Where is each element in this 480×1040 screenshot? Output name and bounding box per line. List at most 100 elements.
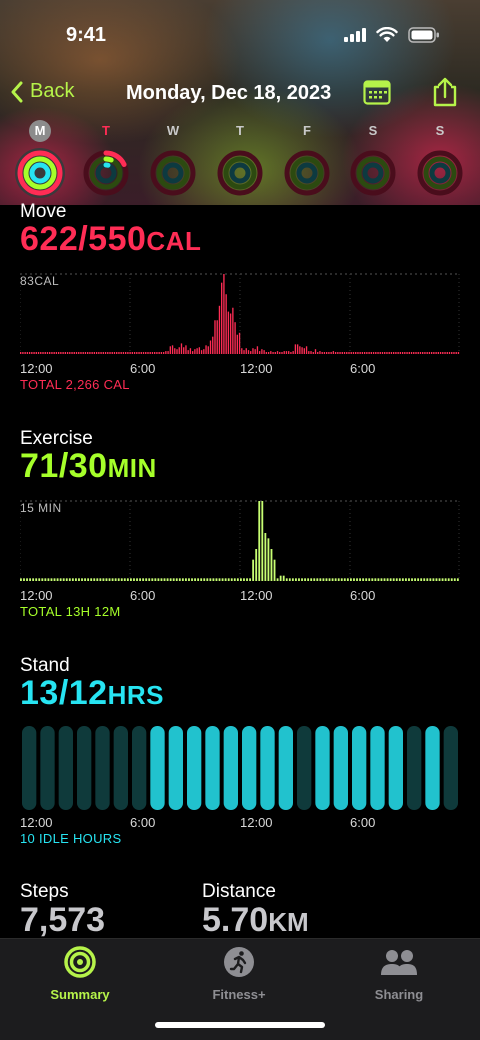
chart-bar: [95, 352, 98, 354]
chart-bar: [139, 578, 141, 581]
chart-bar: [216, 320, 218, 354]
chart-bar: [51, 352, 53, 354]
battery-icon: [408, 27, 439, 43]
exercise-value: 71/30MIN: [20, 447, 157, 486]
stand-hour-idle: [40, 726, 55, 810]
chart-bar: [129, 352, 131, 354]
day-letter: T: [236, 123, 244, 138]
chart-bar: [270, 351, 272, 354]
chart-bar: [194, 578, 196, 581]
chart-bar: [175, 578, 178, 581]
ring-track: [229, 162, 251, 184]
chart-bar: [350, 352, 352, 354]
day-friday[interactable]: F: [282, 120, 332, 196]
chart-bar: [415, 352, 417, 354]
tab-fitness-plus[interactable]: Fitness+: [179, 945, 299, 1002]
chart-bar: [185, 345, 187, 354]
chart-bar: [312, 352, 314, 354]
stand-hour-active: [168, 726, 183, 810]
chart-bar: [31, 352, 33, 354]
chart-bar: [337, 352, 339, 354]
chart-bar: [114, 578, 117, 581]
share-icon[interactable]: [430, 76, 460, 108]
tab-summary[interactable]: Summary: [20, 945, 140, 1002]
chart-bar: [453, 578, 456, 581]
chart-bar: [187, 350, 189, 354]
calendar-icon[interactable]: [363, 78, 391, 106]
chart-bar: [414, 578, 416, 581]
status-bar: 9:41: [0, 0, 480, 70]
ring-track: [362, 162, 384, 184]
chart-bar: [305, 346, 308, 354]
chart-bar: [377, 578, 380, 581]
chart-bar: [307, 578, 310, 581]
chart-bar: [283, 351, 285, 354]
chart-bar: [227, 311, 230, 354]
chart-bar: [230, 578, 233, 581]
chart-bar: [64, 352, 67, 354]
activity-rings-icon: [15, 148, 65, 198]
stand-hour-active: [425, 726, 440, 810]
chart-bar: [250, 351, 252, 354]
chart-bar: [325, 352, 328, 354]
chart-bar: [317, 352, 319, 354]
tab-sharing[interactable]: Sharing: [339, 945, 459, 1002]
chart-bar: [140, 352, 142, 354]
chart-bar: [435, 352, 437, 354]
move-axis-label: 12:00: [20, 361, 53, 376]
chart-bar: [82, 352, 84, 354]
people-icon: [381, 950, 417, 975]
chart-bar: [447, 578, 450, 581]
chart-bar: [130, 578, 132, 581]
day-tuesday[interactable]: T: [81, 120, 131, 196]
chart-bar: [363, 352, 366, 354]
chart-bar: [71, 352, 73, 354]
day-letter: W: [166, 123, 180, 138]
chart-bar: [294, 344, 297, 354]
chart-bar: [118, 352, 120, 354]
chart-bar: [183, 347, 185, 354]
stand-axis-label: 12:00: [20, 815, 53, 830]
chart-bar: [267, 352, 270, 354]
back-button[interactable]: Back: [10, 80, 74, 103]
chart-bar: [457, 352, 460, 354]
chart-bar: [420, 578, 423, 581]
chart-bar: [212, 578, 215, 581]
chart-bar: [35, 352, 37, 354]
day-thursday[interactable]: T: [215, 120, 265, 196]
chart-bar: [453, 352, 455, 354]
chart-bar: [28, 352, 31, 354]
chart-bar: [138, 352, 140, 354]
chart-bar: [100, 352, 102, 354]
move-axis-label: 12:00: [240, 361, 273, 376]
back-label: Back: [30, 80, 75, 102]
chart-bar: [397, 352, 399, 354]
chart-bar: [263, 350, 265, 354]
chart-bar: [438, 578, 441, 581]
day-monday[interactable]: M: [15, 120, 65, 198]
chart-bar: [323, 352, 326, 354]
stand-axis-label: 12:00: [240, 815, 273, 830]
chart-bar: [37, 352, 40, 354]
chart-bar: [308, 351, 310, 354]
chart-bar: [181, 578, 184, 581]
week-strip: M T W T F S S: [0, 120, 480, 205]
chart-bar: [292, 351, 294, 354]
chart-bar: [252, 559, 255, 581]
activity-rings-icon: [284, 150, 330, 196]
chart-bar: [149, 352, 151, 354]
chart-bar: [274, 352, 276, 354]
chart-bar: [169, 346, 171, 354]
chart-bar: [120, 352, 122, 354]
day-wednesday[interactable]: W: [148, 120, 198, 196]
chart-bar: [435, 578, 438, 581]
home-indicator: [155, 1022, 325, 1028]
chart-bar: [22, 352, 24, 354]
steps-value: 7,573: [20, 901, 106, 939]
day-saturday[interactable]: S: [348, 120, 398, 196]
chart-bar: [319, 578, 322, 581]
chart-bar: [366, 352, 368, 354]
day-sunday[interactable]: S: [415, 120, 465, 196]
chart-bar: [126, 578, 129, 581]
stand-hour-active: [223, 726, 238, 810]
